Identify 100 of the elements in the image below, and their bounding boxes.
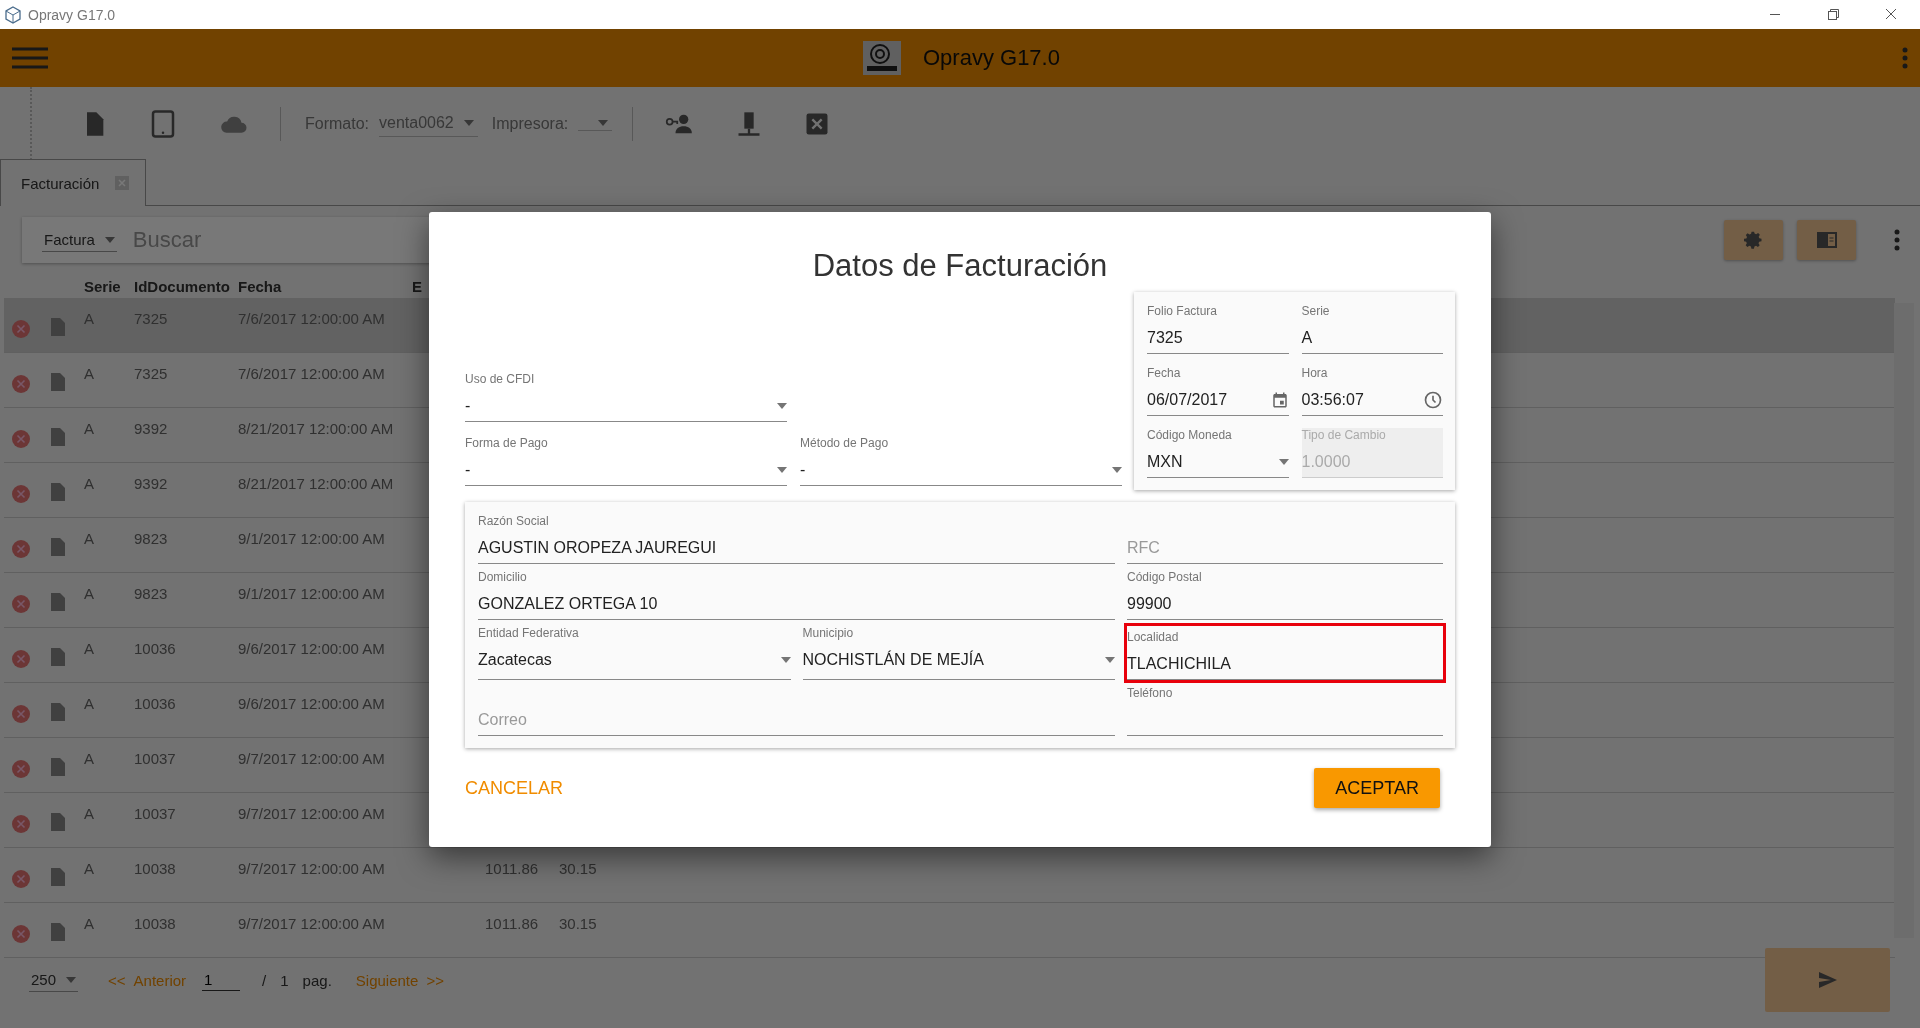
cancel-icon[interactable] — [12, 430, 30, 448]
document-icon[interactable] — [51, 758, 65, 776]
calendar-icon[interactable] — [1270, 390, 1289, 409]
printer-label: Impresora: — [491, 114, 569, 133]
field-value: GONZALEZ ORTEGA 10 — [478, 594, 659, 613]
caret-icon — [780, 656, 791, 663]
document-icon[interactable] — [51, 538, 65, 556]
table-cell-text: A — [83, 914, 95, 934]
page-field[interactable]: 1 — [202, 969, 241, 991]
document-icon[interactable] — [51, 428, 65, 446]
column-header[interactable]: E — [412, 277, 422, 295]
pager-text: pag. — [302, 971, 332, 989]
field-value: 99900 — [1127, 594, 1173, 613]
table-cell-text: 8/21/2017 12:00:00 AM — [238, 419, 395, 439]
format-dropdown[interactable]: venta0062 — [379, 110, 478, 137]
document-icon[interactable] — [51, 868, 65, 886]
table-cell-text: 9/7/2017 12:00:00 AM — [238, 804, 386, 824]
table-cell-text: A — [83, 804, 95, 824]
input-field[interactable]: Razón Social AGUSTIN OROPEZA JAUREGUI — [478, 514, 1115, 564]
document-icon[interactable] — [51, 703, 65, 721]
field-value: - — [800, 460, 807, 479]
dropdown-field[interactable]: Municipio NOCHISTLÁN DE MEJÍA — [802, 626, 1115, 680]
pager-text: / — [262, 971, 267, 989]
cancel-button[interactable]: CANCELAR — [465, 769, 564, 807]
document-icon[interactable] — [51, 648, 65, 666]
page-size-dropdown[interactable]: 250 — [29, 968, 79, 992]
table-cell-text: 9/6/2017 12:00:00 AM — [238, 639, 386, 659]
dropdown-field[interactable]: Uso de CFDI - — [465, 372, 787, 422]
dropdown-field[interactable]: Código Moneda MXN — [1147, 428, 1289, 478]
document-icon[interactable] — [51, 923, 65, 941]
field-value: MXN — [1147, 452, 1184, 471]
close-icon[interactable] — [115, 176, 130, 190]
field-label: Hora — [1301, 366, 1329, 381]
panel-button[interactable] — [1797, 220, 1856, 260]
table-cell: 1011.86 — [485, 915, 539, 932]
document-icon[interactable] — [51, 813, 65, 831]
input-field[interactable]: Código Postal 99900 — [1127, 570, 1443, 620]
more-icon[interactable] — [1894, 229, 1900, 251]
cancel-icon[interactable] — [12, 320, 30, 338]
field-value: - — [465, 460, 472, 479]
accept-button[interactable]: ACEPTAR — [1314, 768, 1440, 808]
menu-icon[interactable] — [12, 46, 48, 70]
table-cell-text: A — [83, 419, 95, 439]
field-value: NOCHISTLÁN DE MEJÍA — [802, 650, 985, 669]
table-cell-text: A — [83, 364, 95, 384]
input-field[interactable]: Hora 03:56:07 — [1301, 366, 1443, 416]
document-icon[interactable] — [51, 483, 65, 501]
table-row[interactable]: A 10038 9/7/2017 12:00:00 AM 1011.86 30.15 — [4, 848, 1895, 903]
table-cell-text: 10037 — [134, 749, 177, 769]
more-icon[interactable] — [1902, 47, 1908, 69]
app-icon — [4, 5, 22, 24]
input-field[interactable]: Serie A — [1301, 304, 1443, 354]
cancel-icon[interactable] — [12, 760, 30, 778]
cancel-icon[interactable] — [12, 595, 30, 613]
table-cell-text: 9823 — [134, 584, 169, 604]
table-cell-text: 9823 — [134, 529, 169, 549]
cancel-icon[interactable] — [12, 870, 30, 888]
input-field[interactable]: Domicilio GONZALEZ ORTEGA 10 — [478, 570, 1115, 620]
table-cell-text: 9/1/2017 12:00:00 AM — [238, 529, 386, 549]
field-label: Método de Pago — [800, 436, 890, 451]
document-icon[interactable] — [51, 318, 65, 336]
column-header[interactable]: Serie — [78, 277, 134, 295]
caret-icon — [463, 120, 474, 126]
cancel-icon[interactable] — [12, 925, 30, 943]
panel-icon — [1816, 232, 1837, 248]
table-cell-text: A — [83, 694, 95, 714]
field-label: Serie — [1301, 304, 1331, 319]
input-field[interactable]: Localidad TLACHICHILA — [1127, 626, 1443, 680]
document-icon[interactable] — [51, 373, 65, 391]
dropdown-field[interactable]: Forma de Pago - — [465, 436, 787, 486]
column-header[interactable]: IdDocumento — [134, 277, 238, 295]
column-header[interactable]: Fecha — [238, 277, 388, 295]
cancel-icon[interactable] — [12, 485, 30, 503]
settings-button[interactable] — [1724, 220, 1783, 260]
clock-icon[interactable] — [1423, 389, 1443, 410]
field-label: Domicilio — [478, 570, 528, 585]
table-cell-text: A — [83, 859, 95, 879]
dropdown-field[interactable]: Método de Pago - — [800, 436, 1122, 486]
caret-icon — [1105, 656, 1115, 663]
cancel-icon[interactable] — [12, 375, 30, 393]
document-icon[interactable] — [51, 593, 65, 611]
tab[interactable]: Facturación — [0, 159, 147, 206]
cancel-icon[interactable] — [12, 540, 30, 558]
input-field[interactable]: Fecha 06/07/2017 — [1147, 366, 1289, 416]
table-cell-text: A — [83, 474, 95, 494]
dialog-title: Datos de Facturación — [811, 248, 1109, 284]
cancel-icon[interactable] — [12, 705, 30, 723]
document-type-dropdown[interactable]: Factura — [42, 228, 117, 252]
input-field[interactable]: Folio Factura 7325 — [1147, 304, 1289, 354]
table-cell-text: 9/7/2017 12:00:00 AM — [238, 749, 386, 769]
table-cell-text: 10038 — [134, 859, 177, 879]
field-value: A — [1301, 328, 1314, 347]
table-cell-text: 9/7/2017 12:00:00 AM — [238, 914, 386, 934]
input-field[interactable]: RFC — [1127, 514, 1443, 564]
input-field[interactable]: Teléfono — [1127, 686, 1443, 736]
dropdown-field[interactable]: Entidad Federativa Zacatecas — [478, 626, 791, 680]
cancel-icon[interactable] — [12, 815, 30, 833]
cancel-icon[interactable] — [12, 650, 30, 668]
send-icon — [1818, 972, 1837, 988]
input-field[interactable]: Correo — [478, 686, 1115, 736]
